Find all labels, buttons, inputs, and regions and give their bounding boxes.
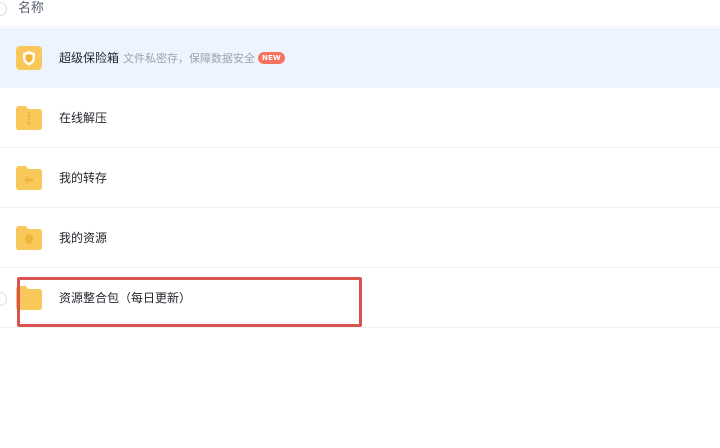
safe-box-name: 超级保险箱 <box>59 51 120 65</box>
zip-folder-icon <box>15 104 43 132</box>
resource-folder-icon <box>15 224 43 252</box>
highlight-annotation-box <box>17 277 362 327</box>
new-badge: NEW <box>258 52 285 64</box>
list-item-my-transfers[interactable]: 我的转存 <box>0 148 720 208</box>
list-item-online-unzip[interactable]: 在线解压 <box>0 88 720 148</box>
list-item-label: 超级保险箱 文件私密存，保障数据安全 NEW <box>59 49 285 68</box>
list-item-label: 我的资源 <box>59 231 108 245</box>
list-item-my-resources[interactable]: 我的资源 <box>0 208 720 268</box>
safe-box-subtitle: 文件私密存，保障数据安全 <box>123 52 256 65</box>
column-header-name[interactable]: 名称 <box>18 0 44 18</box>
list-item-label: 在线解压 <box>59 111 108 125</box>
list-item-safe-box[interactable]: 超级保险箱 文件私密存，保障数据安全 NEW <box>0 28 720 88</box>
list-header: 名称 <box>0 0 720 27</box>
safe-folder-icon <box>15 44 43 72</box>
list-item-label: 我的转存 <box>59 171 108 185</box>
select-all-checkbox[interactable] <box>0 2 7 16</box>
transfer-folder-icon <box>15 164 43 192</box>
row-checkbox[interactable] <box>0 292 7 306</box>
